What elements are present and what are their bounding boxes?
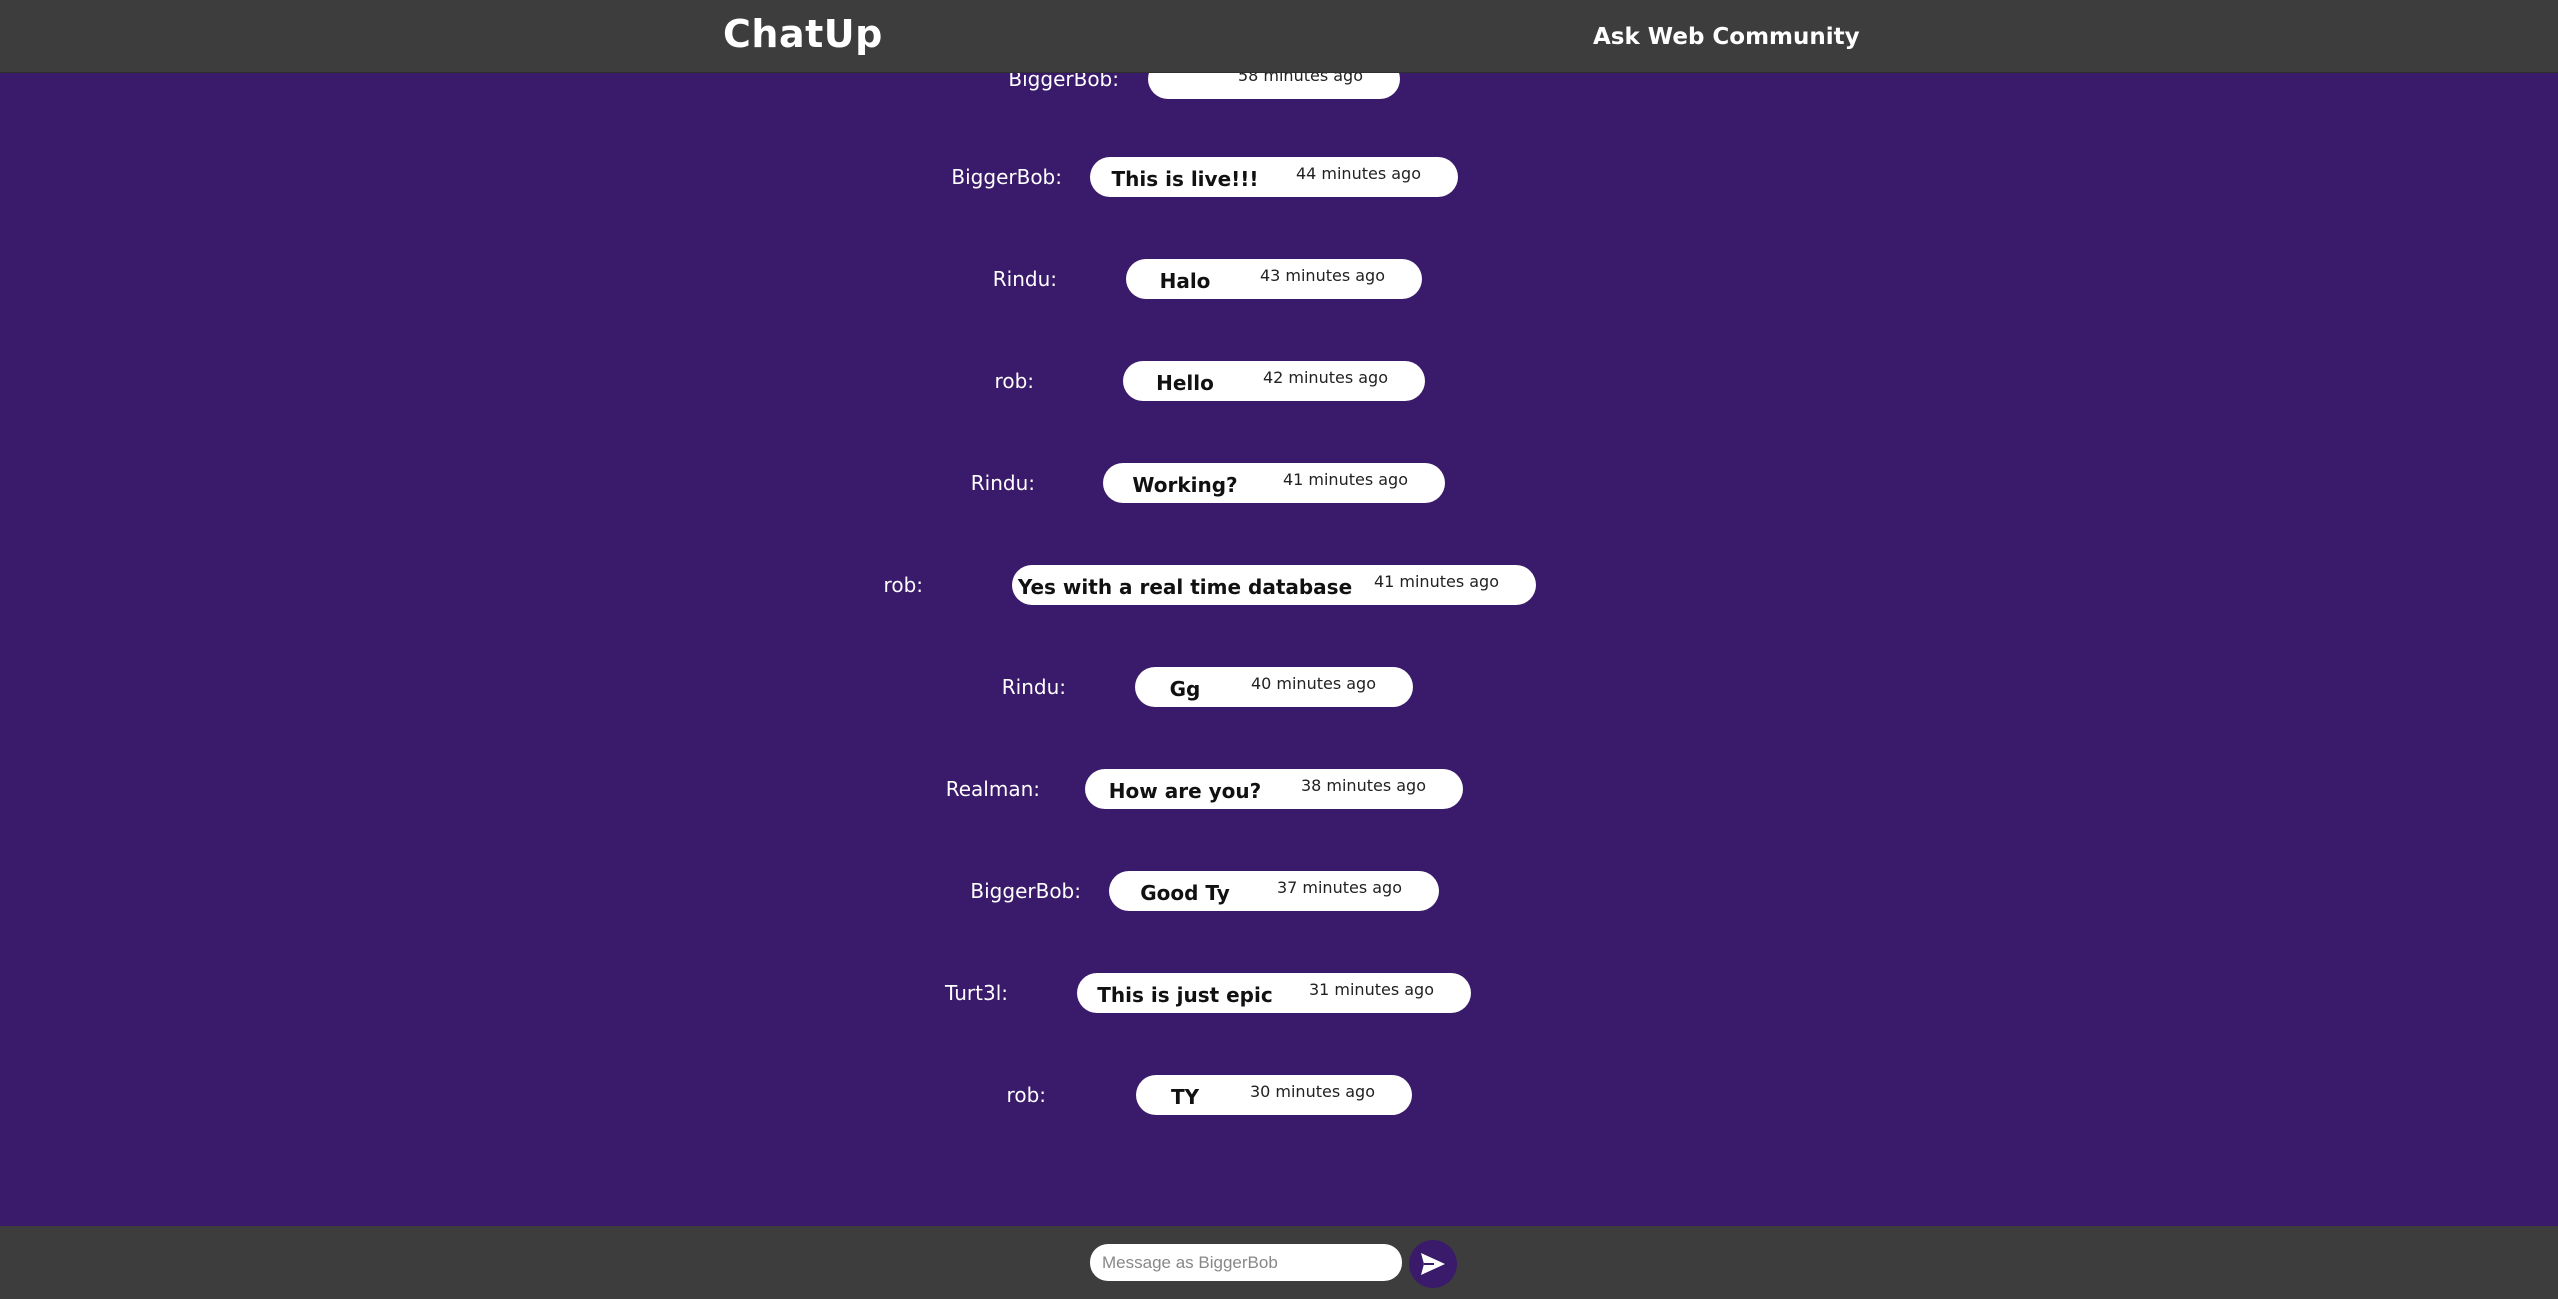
message-text: Hello xyxy=(1156,371,1214,395)
message-row: BiggerBob: Good Ty 37 minutes ago xyxy=(0,871,2558,915)
message-text: Working? xyxy=(1132,473,1238,497)
message-row: BiggerBob: This is live!!! 44 minutes ag… xyxy=(0,157,2558,201)
message-sender: rob: xyxy=(1006,1083,1046,1107)
message-time: 44 minutes ago xyxy=(1295,164,1421,183)
top-bar: ChatUp Ask Web Community xyxy=(0,0,2558,73)
message-text: TY xyxy=(1170,1085,1200,1109)
message-text: This is just epic xyxy=(1097,983,1273,1007)
message-row: rob: Hello 42 minutes ago xyxy=(0,361,2558,405)
send-button[interactable] xyxy=(1409,1240,1457,1288)
message-sender: BiggerBob: xyxy=(970,879,1081,903)
ask-web-community-link[interactable]: Ask Web Community xyxy=(1593,24,1860,50)
message-time: 40 minutes ago xyxy=(1250,674,1376,693)
message-row: rob: TY 30 minutes ago xyxy=(0,1075,2558,1119)
chat-app: BiggerBob: 58 minutes ago BiggerBob: Thi… xyxy=(0,0,2558,1299)
message-sender: Rindu: xyxy=(992,267,1057,291)
message-row: Turt3l: This is just epic 31 minutes ago xyxy=(0,973,2558,1017)
send-arrow-icon xyxy=(1421,1253,1445,1275)
message-sender: Realman: xyxy=(945,777,1040,801)
composer-bar xyxy=(0,1226,2558,1299)
message-list: BiggerBob: 58 minutes ago BiggerBob: Thi… xyxy=(0,0,2558,1226)
message-time: 42 minutes ago xyxy=(1262,368,1388,387)
message-time: 30 minutes ago xyxy=(1249,1082,1375,1101)
message-time: 41 minutes ago xyxy=(1282,470,1408,489)
app-logo[interactable]: ChatUp xyxy=(723,12,883,56)
message-time: 43 minutes ago xyxy=(1259,266,1385,285)
message-input[interactable] xyxy=(1090,1244,1402,1281)
message-sender: Rindu: xyxy=(1001,675,1066,699)
message-text: Halo xyxy=(1159,269,1211,293)
message-text: Good Ty xyxy=(1140,881,1230,905)
message-text: This is live!!! xyxy=(1111,167,1259,191)
message-sender: rob: xyxy=(883,573,923,597)
message-time: 37 minutes ago xyxy=(1276,878,1402,897)
message-sender: Turt3l: xyxy=(945,981,1008,1005)
message-sender: Rindu: xyxy=(970,471,1035,495)
message-sender: rob: xyxy=(994,369,1034,393)
message-time: 41 minutes ago xyxy=(1373,572,1499,591)
message-row: Realman: How are you? 38 minutes ago xyxy=(0,769,2558,813)
message-text: Gg xyxy=(1169,677,1201,701)
message-time: 38 minutes ago xyxy=(1300,776,1426,795)
message-text: Yes with a real time database xyxy=(1017,575,1353,599)
message-row: Rindu: Halo 43 minutes ago xyxy=(0,259,2558,303)
message-row: Rindu: Working? 41 minutes ago xyxy=(0,463,2558,507)
message-time: 31 minutes ago xyxy=(1308,980,1434,999)
message-row: Rindu: Gg 40 minutes ago xyxy=(0,667,2558,711)
message-sender: BiggerBob: xyxy=(951,165,1062,189)
message-text: How are you? xyxy=(1108,779,1262,803)
message-row: rob: Yes with a real time database 41 mi… xyxy=(0,565,2558,609)
